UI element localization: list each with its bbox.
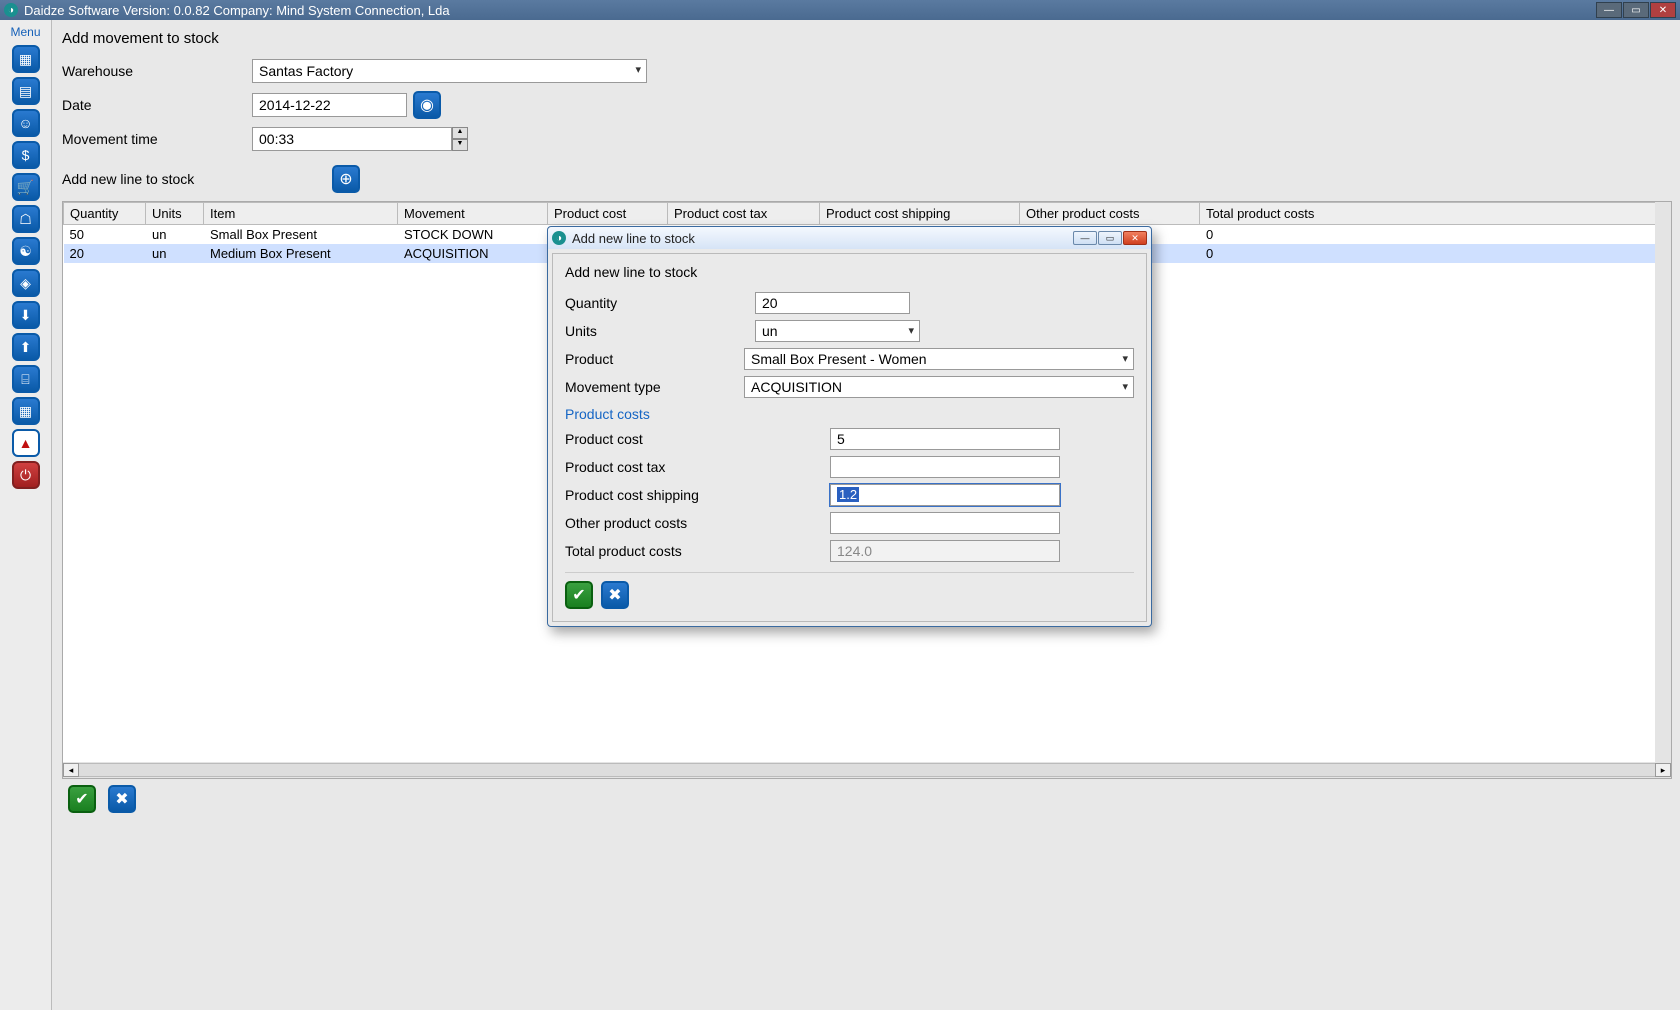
product-label: Product: [565, 351, 744, 367]
warehouse-select[interactable]: [252, 59, 647, 83]
app-icon: [4, 3, 18, 17]
sidebar-icon-warning[interactable]: ▲: [12, 429, 40, 457]
time-spin-up[interactable]: ▲: [452, 127, 468, 139]
total-product-costs-output: [830, 540, 1060, 562]
cell-units: un: [146, 225, 204, 245]
dialog-app-icon: [552, 231, 566, 245]
other-product-costs-input[interactable]: [830, 512, 1060, 534]
sidebar-icon-power[interactable]: ⏻: [12, 461, 40, 489]
th-product-cost-tax[interactable]: Product cost tax: [668, 203, 820, 225]
units-select[interactable]: [755, 320, 920, 342]
th-product-cost[interactable]: Product cost: [548, 203, 668, 225]
product-cost-shipping-label: Product cost shipping: [565, 487, 830, 503]
sidebar-icon-upload[interactable]: ⬆: [12, 333, 40, 361]
sidebar-icon-contacts[interactable]: ☖: [12, 205, 40, 233]
movement-type-label: Movement type: [565, 379, 744, 395]
add-line-label: Add new line to stock: [62, 171, 252, 187]
time-input[interactable]: [252, 127, 452, 151]
dialog-title: Add new line to stock: [572, 231, 1072, 246]
minimize-button[interactable]: —: [1596, 2, 1622, 18]
date-input[interactable]: [252, 93, 407, 117]
sidebar-icon-tag[interactable]: ◈: [12, 269, 40, 297]
cell-total: 0: [1200, 244, 1671, 263]
movement-type-select[interactable]: [744, 376, 1134, 398]
cancel-button[interactable]: ✖: [108, 785, 136, 813]
app-title: Daidze Software Version: 0.0.82 Company:…: [24, 3, 1595, 18]
th-product-cost-shipping[interactable]: Product cost shipping: [820, 203, 1020, 225]
add-line-dialog: Add new line to stock — ▭ ✕ Add new line…: [547, 226, 1152, 627]
date-refresh-button[interactable]: ◉: [413, 91, 441, 119]
cell-qty: 50: [64, 225, 146, 245]
product-cost-tax-label: Product cost tax: [565, 459, 830, 475]
scroll-left[interactable]: ◂: [63, 763, 79, 777]
total-product-costs-label: Total product costs: [565, 543, 830, 559]
warehouse-label: Warehouse: [62, 63, 252, 79]
time-spinner: ▲ ▼: [452, 127, 468, 151]
maximize-button[interactable]: ▭: [1623, 2, 1649, 18]
cell-movement: STOCK DOWN: [398, 225, 548, 245]
sidebar-icon-calendar[interactable]: ▦: [12, 45, 40, 73]
horizontal-scrollbar[interactable]: ◂ ▸: [63, 762, 1671, 778]
product-cost-input[interactable]: [830, 428, 1060, 450]
quantity-input[interactable]: [755, 292, 910, 314]
cell-units: un: [146, 244, 204, 263]
add-line-button[interactable]: ⊕: [332, 165, 360, 193]
sidebar-icon-money[interactable]: $: [12, 141, 40, 169]
dialog-heading: Add new line to stock: [565, 264, 1134, 280]
cell-total: 0: [1200, 225, 1671, 245]
product-cost-shipping-input[interactable]: 1.2: [830, 484, 1060, 506]
main-content: Add movement to stock Warehouse Date ◉ M…: [52, 20, 1680, 1010]
th-total-product-costs[interactable]: Total product costs: [1200, 203, 1671, 225]
product-select[interactable]: [744, 348, 1134, 370]
other-product-costs-label: Other product costs: [565, 515, 830, 531]
dialog-cancel-button[interactable]: ✖: [601, 581, 629, 609]
time-label: Movement time: [62, 131, 252, 147]
th-item[interactable]: Item: [204, 203, 398, 225]
scroll-track[interactable]: [79, 763, 1655, 777]
cell-item: Medium Box Present: [204, 244, 398, 263]
bottom-actions: ✔ ✖: [62, 785, 1672, 813]
th-units[interactable]: Units: [146, 203, 204, 225]
cell-qty: 20: [64, 244, 146, 263]
page-title: Add movement to stock: [62, 30, 1672, 47]
time-spin-down[interactable]: ▼: [452, 139, 468, 151]
dialog-minimize-button[interactable]: —: [1073, 231, 1097, 245]
sidebar-icon-person[interactable]: ☺: [12, 109, 40, 137]
date-label: Date: [62, 97, 252, 113]
close-button[interactable]: ✕: [1650, 2, 1676, 18]
product-costs-section-title: Product costs: [565, 406, 1134, 422]
th-quantity[interactable]: Quantity: [64, 203, 146, 225]
th-movement[interactable]: Movement: [398, 203, 548, 225]
scroll-right[interactable]: ▸: [1655, 763, 1671, 777]
sidebar-icon-calculator[interactable]: ▦: [12, 397, 40, 425]
cell-movement: ACQUISITION: [398, 244, 548, 263]
dialog-close-button[interactable]: ✕: [1123, 231, 1147, 245]
product-cost-tax-input[interactable]: [830, 456, 1060, 478]
sidebar-icon-cart[interactable]: 🛒: [12, 173, 40, 201]
quantity-label: Quantity: [565, 295, 755, 311]
sidebar-icon-globe[interactable]: ☯: [12, 237, 40, 265]
product-cost-label: Product cost: [565, 431, 830, 447]
units-label: Units: [565, 323, 755, 339]
window-controls: — ▭ ✕: [1595, 2, 1676, 18]
sidebar-icon-download[interactable]: ⬇: [12, 301, 40, 329]
app-titlebar: Daidze Software Version: 0.0.82 Company:…: [0, 0, 1680, 20]
dialog-maximize-button[interactable]: ▭: [1098, 231, 1122, 245]
confirm-button[interactable]: ✔: [68, 785, 96, 813]
cell-item: Small Box Present: [204, 225, 398, 245]
th-other-product-costs[interactable]: Other product costs: [1020, 203, 1200, 225]
sidebar-icon-document[interactable]: ▤: [12, 77, 40, 105]
dialog-confirm-button[interactable]: ✔: [565, 581, 593, 609]
sidebar: Menu ▦ ▤ ☺ $ 🛒 ☖ ☯ ◈ ⬇ ⬆ ⌸ ▦ ▲ ⏻: [0, 20, 52, 1010]
sidebar-header: Menu: [10, 22, 40, 43]
dialog-titlebar[interactable]: Add new line to stock — ▭ ✕: [548, 227, 1151, 249]
sidebar-icon-db[interactable]: ⌸: [12, 365, 40, 393]
vertical-scrollbar[interactable]: [1655, 202, 1671, 778]
